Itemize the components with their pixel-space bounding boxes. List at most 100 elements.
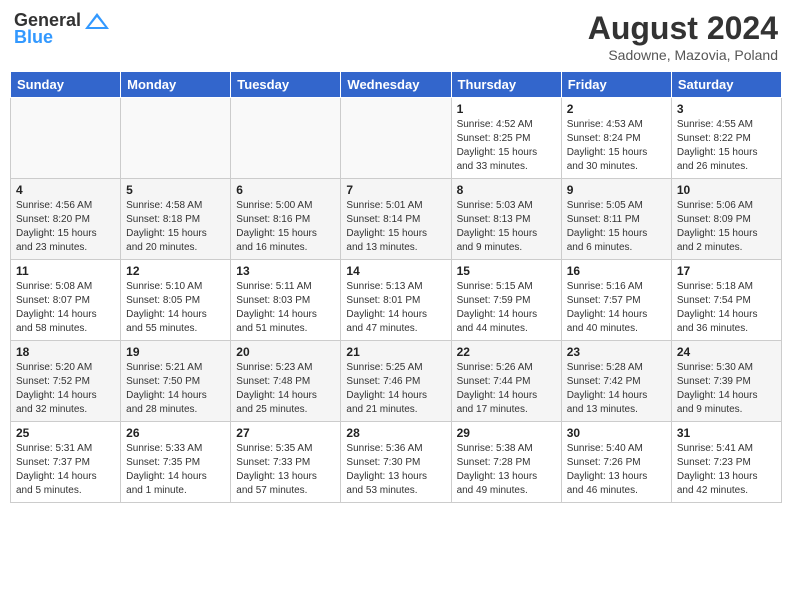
day-info: Sunrise: 5:40 AM Sunset: 7:26 PM Dayligh… xyxy=(567,442,666,498)
day-info: Sunrise: 5:11 AM Sunset: 8:03 PM Dayligh… xyxy=(236,280,335,336)
calendar-cell xyxy=(341,98,451,179)
calendar-cell: 12 Sunrise: 5:10 AM Sunset: 8:05 PM Dayli… xyxy=(121,260,231,341)
day-number: 21 xyxy=(346,345,445,359)
day-info: Sunrise: 4:56 AM Sunset: 8:20 PM Dayligh… xyxy=(16,199,115,255)
logo: General Blue xyxy=(14,10,111,48)
calendar-cell: 7Sunrise: 5:01 AM Sunset: 8:14 PM Daylig… xyxy=(341,179,451,260)
calendar-cell: 3 Sunrise: 4:55 AM Sunset: 8:22 PM Daylig… xyxy=(671,98,781,179)
day-number: 30 xyxy=(567,426,666,440)
day-number: 10 xyxy=(677,183,776,197)
day-info: Sunrise: 4:58 AM Sunset: 8:18 PM Dayligh… xyxy=(126,199,225,255)
day-number: 23 xyxy=(567,345,666,359)
day-number: 29 xyxy=(457,426,556,440)
day-info: Sunrise: 5:10 AM Sunset: 8:05 PM Dayligh… xyxy=(126,280,225,336)
day-info: Sunrise: 5:20 AM Sunset: 7:52 PM Dayligh… xyxy=(16,361,115,417)
calendar-cell: 1 Sunrise: 4:52 AM Sunset: 8:25 PM Daylig… xyxy=(451,98,561,179)
title-section: August 2024 Sadowne, Mazovia, Poland xyxy=(588,10,778,63)
calendar-cell: 16 Sunrise: 5:16 AM Sunset: 7:57 PM Dayli… xyxy=(561,260,671,341)
day-info: Sunrise: 5:36 AM Sunset: 7:30 PM Dayligh… xyxy=(346,442,445,498)
calendar-cell: 31 Sunrise: 5:41 AM Sunset: 7:23 PM Dayli… xyxy=(671,422,781,503)
day-info: Sunrise: 5:06 AM Sunset: 8:09 PM Dayligh… xyxy=(677,199,776,255)
day-info: Sunrise: 5:33 AM Sunset: 7:35 PM Dayligh… xyxy=(126,442,225,498)
weekday-header-saturday: Saturday xyxy=(671,72,781,98)
calendar-title: August 2024 xyxy=(588,10,778,47)
day-info: Sunrise: 5:03 AM Sunset: 8:13 PM Dayligh… xyxy=(457,199,556,255)
day-number: 11 xyxy=(16,264,115,278)
day-info: Sunrise: 5:08 AM Sunset: 8:07 PM Dayligh… xyxy=(16,280,115,336)
day-number: 12 xyxy=(126,264,225,278)
calendar-week-2: 4 Sunrise: 4:56 AM Sunset: 8:20 PM Daylig… xyxy=(11,179,782,260)
calendar-cell: 2Sunrise: 4:53 AM Sunset: 8:24 PM Daylig… xyxy=(561,98,671,179)
calendar-cell: 26 Sunrise: 5:33 AM Sunset: 7:35 PM Dayli… xyxy=(121,422,231,503)
day-number: 3 xyxy=(677,102,776,116)
day-info: Sunrise: 5:30 AM Sunset: 7:39 PM Dayligh… xyxy=(677,361,776,417)
day-info: Sunrise: 5:00 AM Sunset: 8:16 PM Dayligh… xyxy=(236,199,335,255)
logo-icon xyxy=(83,11,111,31)
calendar-cell: 6Sunrise: 5:00 AM Sunset: 8:16 PM Daylig… xyxy=(231,179,341,260)
day-info: Sunrise: 5:31 AM Sunset: 7:37 PM Dayligh… xyxy=(16,442,115,498)
day-number: 28 xyxy=(346,426,445,440)
calendar-cell xyxy=(11,98,121,179)
calendar-cell: 10 Sunrise: 5:06 AM Sunset: 8:09 PM Dayli… xyxy=(671,179,781,260)
day-info: Sunrise: 5:16 AM Sunset: 7:57 PM Dayligh… xyxy=(567,280,666,336)
day-number: 26 xyxy=(126,426,225,440)
day-number: 19 xyxy=(126,345,225,359)
day-number: 31 xyxy=(677,426,776,440)
day-number: 17 xyxy=(677,264,776,278)
day-number: 16 xyxy=(567,264,666,278)
day-number: 15 xyxy=(457,264,556,278)
day-number: 20 xyxy=(236,345,335,359)
calendar-cell: 28 Sunrise: 5:36 AM Sunset: 7:30 PM Dayli… xyxy=(341,422,451,503)
day-info: Sunrise: 5:28 AM Sunset: 7:42 PM Dayligh… xyxy=(567,361,666,417)
calendar-cell: 9Sunrise: 5:05 AM Sunset: 8:11 PM Daylig… xyxy=(561,179,671,260)
calendar-cell: 8Sunrise: 5:03 AM Sunset: 8:13 PM Daylig… xyxy=(451,179,561,260)
day-number: 5 xyxy=(126,183,225,197)
weekday-header-wednesday: Wednesday xyxy=(341,72,451,98)
calendar-cell: 11 Sunrise: 5:08 AM Sunset: 8:07 PM Dayli… xyxy=(11,260,121,341)
day-number: 25 xyxy=(16,426,115,440)
day-info: Sunrise: 5:25 AM Sunset: 7:46 PM Dayligh… xyxy=(346,361,445,417)
calendar-cell: 30 Sunrise: 5:40 AM Sunset: 7:26 PM Dayli… xyxy=(561,422,671,503)
calendar-cell: 5 Sunrise: 4:58 AM Sunset: 8:18 PM Daylig… xyxy=(121,179,231,260)
calendar-cell: 20 Sunrise: 5:23 AM Sunset: 7:48 PM Dayli… xyxy=(231,341,341,422)
weekday-header-thursday: Thursday xyxy=(451,72,561,98)
day-number: 9 xyxy=(567,183,666,197)
calendar-cell: 15 Sunrise: 5:15 AM Sunset: 7:59 PM Dayli… xyxy=(451,260,561,341)
calendar-cell: 13 Sunrise: 5:11 AM Sunset: 8:03 PM Dayli… xyxy=(231,260,341,341)
day-number: 2 xyxy=(567,102,666,116)
day-info: Sunrise: 5:15 AM Sunset: 7:59 PM Dayligh… xyxy=(457,280,556,336)
day-info: Sunrise: 5:41 AM Sunset: 7:23 PM Dayligh… xyxy=(677,442,776,498)
day-number: 13 xyxy=(236,264,335,278)
calendar-table: SundayMondayTuesdayWednesdayThursdayFrid… xyxy=(10,71,782,503)
calendar-cell: 14Sunrise: 5:13 AM Sunset: 8:01 PM Dayli… xyxy=(341,260,451,341)
day-info: Sunrise: 5:13 AM Sunset: 8:01 PM Dayligh… xyxy=(346,280,445,336)
logo-blue-text: Blue xyxy=(14,27,53,48)
calendar-cell: 29Sunrise: 5:38 AM Sunset: 7:28 PM Dayli… xyxy=(451,422,561,503)
calendar-cell: 18 Sunrise: 5:20 AM Sunset: 7:52 PM Dayli… xyxy=(11,341,121,422)
day-number: 18 xyxy=(16,345,115,359)
day-number: 4 xyxy=(16,183,115,197)
calendar-subtitle: Sadowne, Mazovia, Poland xyxy=(588,47,778,63)
weekday-header-friday: Friday xyxy=(561,72,671,98)
calendar-week-5: 25 Sunrise: 5:31 AM Sunset: 7:37 PM Dayli… xyxy=(11,422,782,503)
calendar-cell: 24 Sunrise: 5:30 AM Sunset: 7:39 PM Dayli… xyxy=(671,341,781,422)
calendar-cell: 23 Sunrise: 5:28 AM Sunset: 7:42 PM Dayli… xyxy=(561,341,671,422)
day-info: Sunrise: 5:26 AM Sunset: 7:44 PM Dayligh… xyxy=(457,361,556,417)
day-info: Sunrise: 5:21 AM Sunset: 7:50 PM Dayligh… xyxy=(126,361,225,417)
day-info: Sunrise: 4:52 AM Sunset: 8:25 PM Dayligh… xyxy=(457,118,556,174)
weekday-header-tuesday: Tuesday xyxy=(231,72,341,98)
day-info: Sunrise: 5:23 AM Sunset: 7:48 PM Dayligh… xyxy=(236,361,335,417)
day-number: 27 xyxy=(236,426,335,440)
weekday-header-sunday: Sunday xyxy=(11,72,121,98)
day-number: 7 xyxy=(346,183,445,197)
calendar-cell xyxy=(231,98,341,179)
calendar-cell: 27 Sunrise: 5:35 AM Sunset: 7:33 PM Dayli… xyxy=(231,422,341,503)
calendar-cell: 19 Sunrise: 5:21 AM Sunset: 7:50 PM Dayli… xyxy=(121,341,231,422)
calendar-cell: 22Sunrise: 5:26 AM Sunset: 7:44 PM Dayli… xyxy=(451,341,561,422)
calendar-week-3: 11 Sunrise: 5:08 AM Sunset: 8:07 PM Dayli… xyxy=(11,260,782,341)
day-info: Sunrise: 5:35 AM Sunset: 7:33 PM Dayligh… xyxy=(236,442,335,498)
weekday-header-row: SundayMondayTuesdayWednesdayThursdayFrid… xyxy=(11,72,782,98)
day-number: 1 xyxy=(457,102,556,116)
day-info: Sunrise: 4:55 AM Sunset: 8:22 PM Dayligh… xyxy=(677,118,776,174)
day-number: 24 xyxy=(677,345,776,359)
